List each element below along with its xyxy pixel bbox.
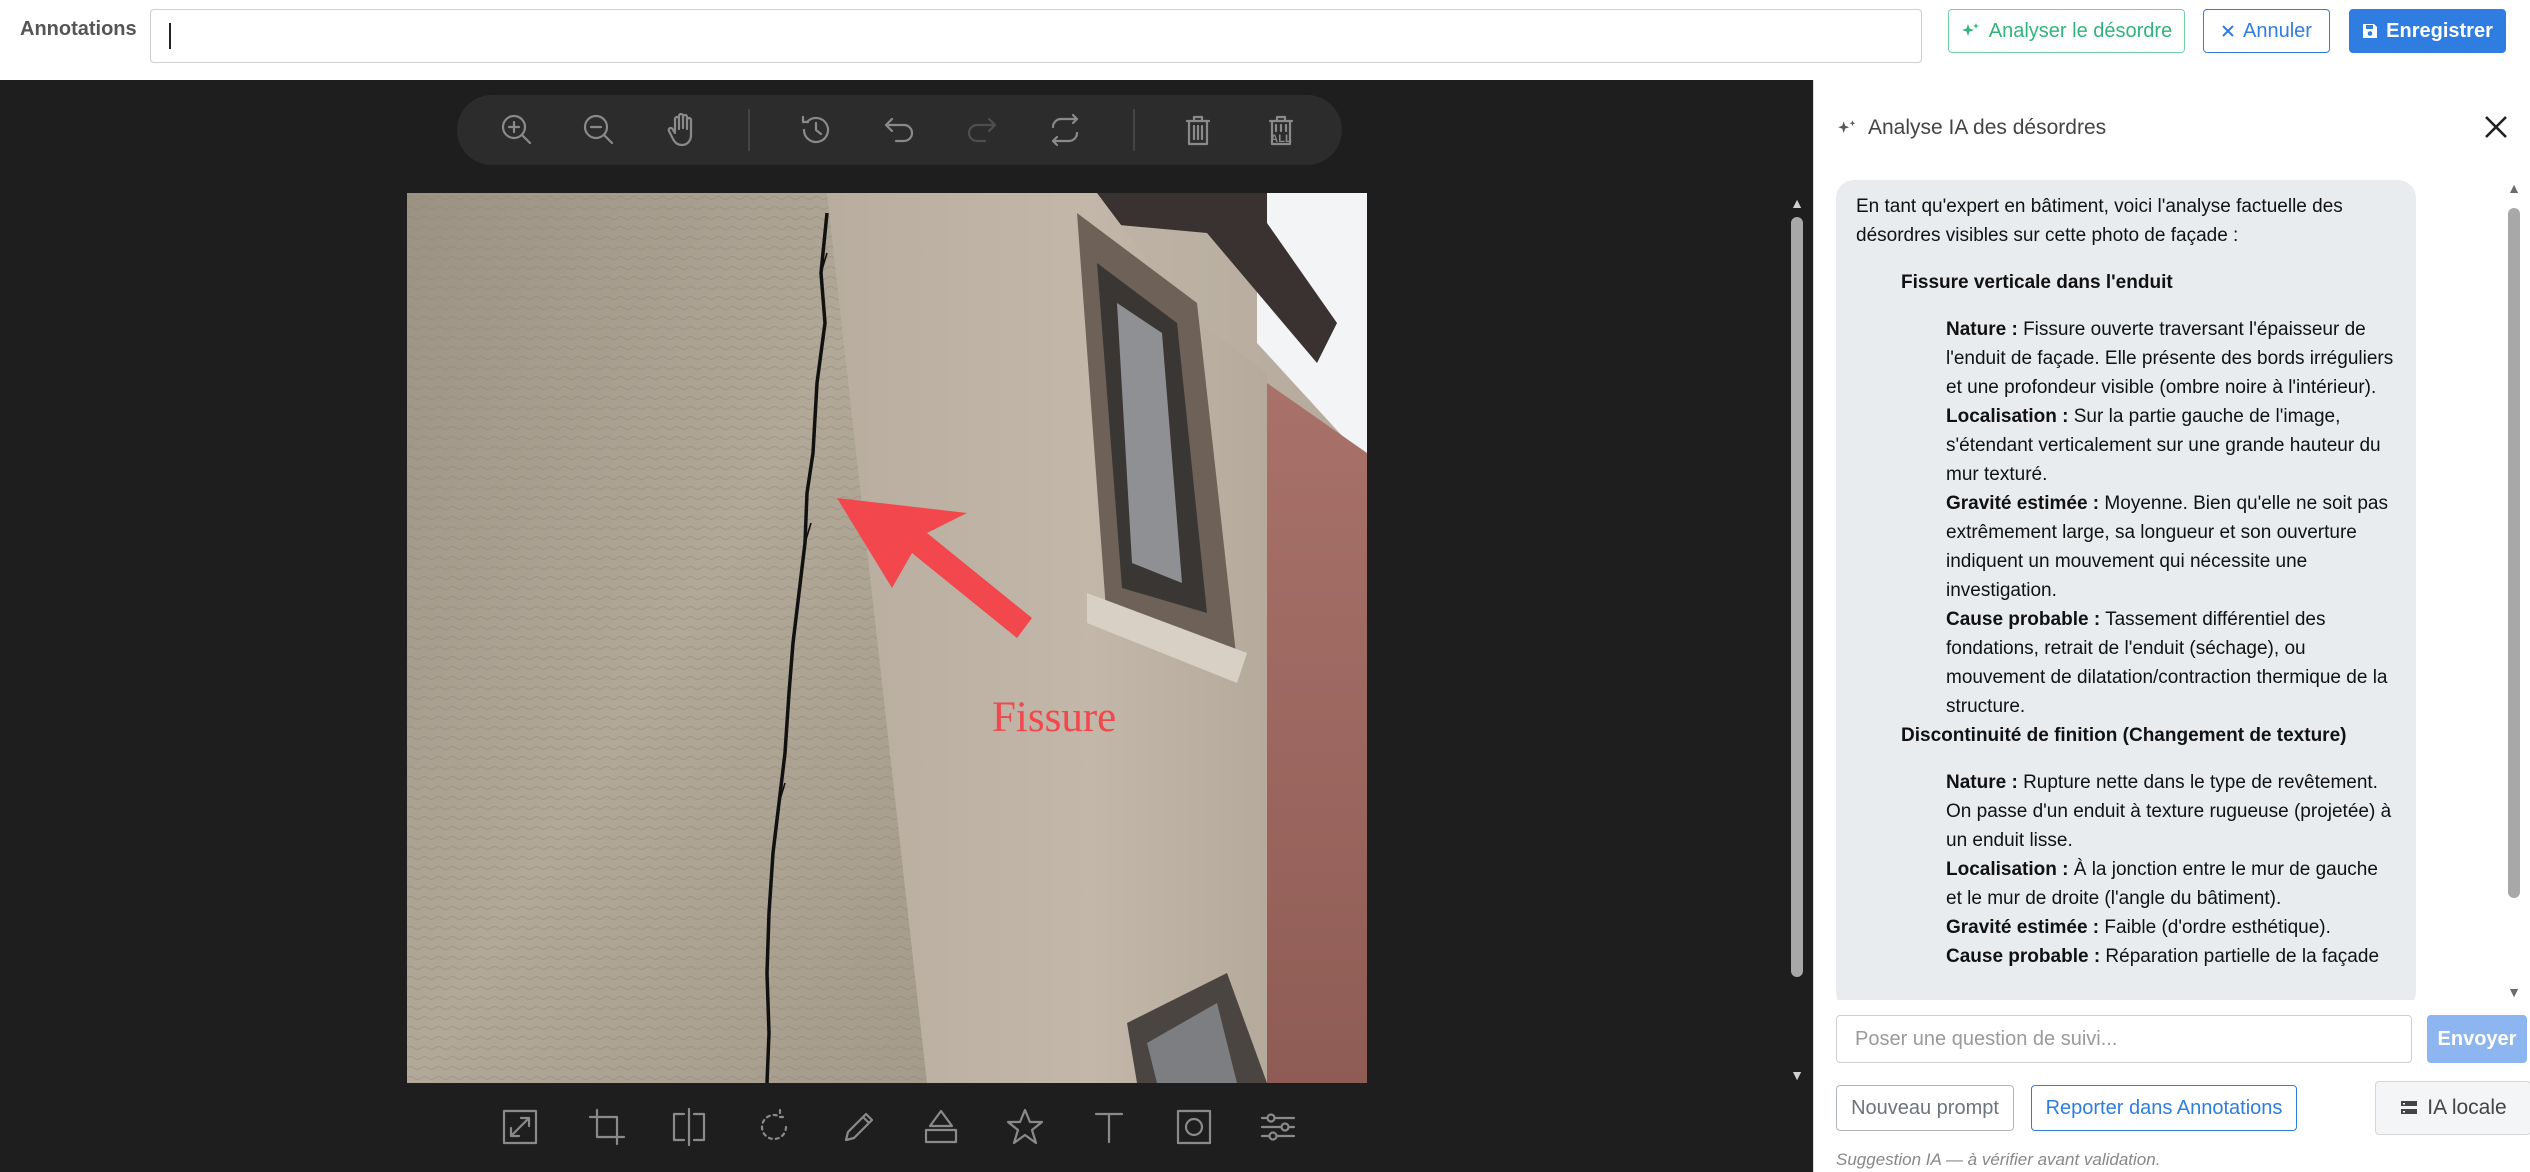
crop-icon[interactable] (583, 1103, 631, 1151)
section-heading: Fissure verticale dans l'enduit (1901, 272, 2173, 293)
send-button[interactable]: Envoyer (2427, 1015, 2527, 1063)
scroll-down-icon[interactable]: ▼ (2506, 984, 2522, 1000)
mask-icon[interactable] (1170, 1103, 1218, 1151)
section-items: Nature : Rupture nette dans le type de r… (1946, 768, 2396, 971)
section-heading: Discontinuité de finition (Changement de… (1901, 725, 2347, 746)
item-key: Localisation : (1946, 859, 2069, 880)
panel-header: Analyse IA des désordres (1836, 116, 2106, 140)
cancel-button[interactable]: Annuler (2203, 9, 2330, 53)
shape-icon[interactable] (917, 1103, 965, 1151)
analyse-button[interactable]: Analyser le désordre (1948, 9, 2185, 53)
report-label: Reporter dans Annotations (2045, 1096, 2283, 1119)
item-text: Réparation partielle de la façade (2100, 946, 2380, 967)
local-ai-button[interactable]: IA locale (2375, 1081, 2530, 1135)
svg-text:ALL: ALL (1270, 133, 1292, 145)
panel-title: Analyse IA des désordres (1868, 116, 2107, 139)
annotations-label: Annotations (20, 18, 137, 40)
toolbar-separator (748, 109, 750, 151)
section-item: Localisation : Sur la partie gauche de l… (1946, 402, 2396, 489)
server-icon (2401, 1101, 2418, 1114)
editor-scroll-thumb[interactable] (1791, 217, 1803, 977)
zoom-out-icon[interactable] (575, 106, 623, 154)
sparkle-icon (1838, 120, 1856, 134)
item-key: Localisation : (1946, 406, 2069, 427)
annotations-bar: Annotations Analyser le désordre Annuler… (0, 0, 2530, 80)
item-key: Nature : (1946, 772, 2018, 793)
editor-bottom-toolbar (0, 1083, 1813, 1172)
editor-top-toolbar: ALL (457, 95, 1342, 165)
report-to-annotations-button[interactable]: Reporter dans Annotations (2031, 1085, 2297, 1131)
section-items: Nature : Fissure ouverte traversant l'ép… (1946, 315, 2396, 721)
item-text: Faible (d'ordre esthétique). (2099, 917, 2331, 938)
section-item: Gravité estimée : Faible (d'ordre esthét… (1946, 913, 2396, 942)
new-prompt-label: Nouveau prompt (1851, 1096, 1999, 1119)
annotations-input[interactable] (150, 9, 1922, 63)
rotate-icon[interactable] (750, 1103, 798, 1151)
close-panel-button[interactable] (2479, 110, 2513, 144)
redo-icon[interactable] (958, 106, 1006, 154)
save-button[interactable]: Enregistrer (2349, 9, 2506, 53)
zoom-in-icon[interactable] (493, 106, 541, 154)
facade-photo (407, 193, 1367, 1083)
photo-canvas[interactable]: Fissure (407, 193, 1367, 1083)
local-ai-label: IA locale (2427, 1096, 2507, 1119)
new-prompt-button[interactable]: Nouveau prompt (1836, 1085, 2014, 1131)
editor-scrollbar[interactable]: ▲ ▼ (1787, 195, 1807, 1083)
chat-scroll-thumb[interactable] (2508, 208, 2520, 898)
analyse-label: Analyser le désordre (1988, 19, 2173, 42)
star-icon[interactable] (1001, 1103, 1049, 1151)
pencil-icon[interactable] (835, 1103, 883, 1151)
annotation-text[interactable]: Fissure (992, 693, 1116, 742)
section-item: Localisation : À la jonction entre le mu… (1946, 855, 2396, 913)
delete-all-icon[interactable]: ALL (1257, 106, 1305, 154)
scroll-up-icon[interactable]: ▲ (1789, 195, 1805, 211)
chat-scrollbar[interactable]: ▲ ▼ (2504, 180, 2524, 1000)
item-key: Cause probable : (1946, 609, 2101, 630)
undo-icon[interactable] (875, 106, 923, 154)
followup-placeholder: Poser une question de suivi... (1855, 1027, 2118, 1050)
history-icon[interactable] (792, 106, 840, 154)
intro-text: En tant qu'expert en bâtiment, voici l'a… (1856, 196, 2343, 246)
text-icon[interactable] (1085, 1103, 1133, 1151)
send-label: Envoyer (2437, 1027, 2517, 1050)
item-key: Cause probable : (1946, 946, 2101, 967)
reset-icon[interactable] (1041, 106, 1089, 154)
chat-area[interactable]: En tant qu'expert en bâtiment, voici l'a… (1836, 180, 2476, 1000)
ai-response-bubble: En tant qu'expert en bâtiment, voici l'a… (1836, 180, 2416, 1000)
item-key: Nature : (1946, 319, 2018, 340)
save-label: Enregistrer (2386, 19, 2493, 42)
followup-input[interactable]: Poser une question de suivi... (1836, 1015, 2412, 1063)
section-item: Nature : Rupture nette dans le type de r… (1946, 768, 2396, 855)
section-item: Nature : Fissure ouverte traversant l'ép… (1946, 315, 2396, 402)
image-editor: ALL Fissure ▲ ▼ (0, 80, 1813, 1172)
item-key: Gravité estimée : (1946, 917, 2100, 938)
close-icon (2485, 116, 2507, 138)
filter-icon[interactable] (1254, 1103, 1302, 1151)
delete-icon[interactable] (1174, 106, 1222, 154)
cancel-label: Annuler (2243, 19, 2312, 42)
resize-icon[interactable] (496, 1103, 544, 1151)
floppy-icon (2363, 24, 2378, 38)
hand-icon[interactable] (659, 106, 707, 154)
text-caret (169, 23, 171, 49)
close-icon (2222, 25, 2234, 37)
sparkle-icon (1961, 23, 1979, 36)
scroll-up-icon[interactable]: ▲ (2506, 180, 2522, 196)
ai-hint-text: Suggestion IA — à vérifier avant validat… (1836, 1150, 2161, 1169)
ai-analysis-panel: Analyse IA des désordres En tant qu'expe… (1813, 80, 2530, 1172)
scroll-down-icon[interactable]: ▼ (1789, 1067, 1805, 1083)
section-item: Cause probable : Réparation partielle de… (1946, 942, 2396, 971)
section-item: Cause probable : Tassement différentiel … (1946, 605, 2396, 721)
item-key: Gravité estimée : (1946, 493, 2100, 514)
section-item: Gravité estimée : Moyenne. Bien qu'elle … (1946, 489, 2396, 605)
flip-icon[interactable] (665, 1103, 713, 1151)
toolbar-separator (1133, 109, 1135, 151)
